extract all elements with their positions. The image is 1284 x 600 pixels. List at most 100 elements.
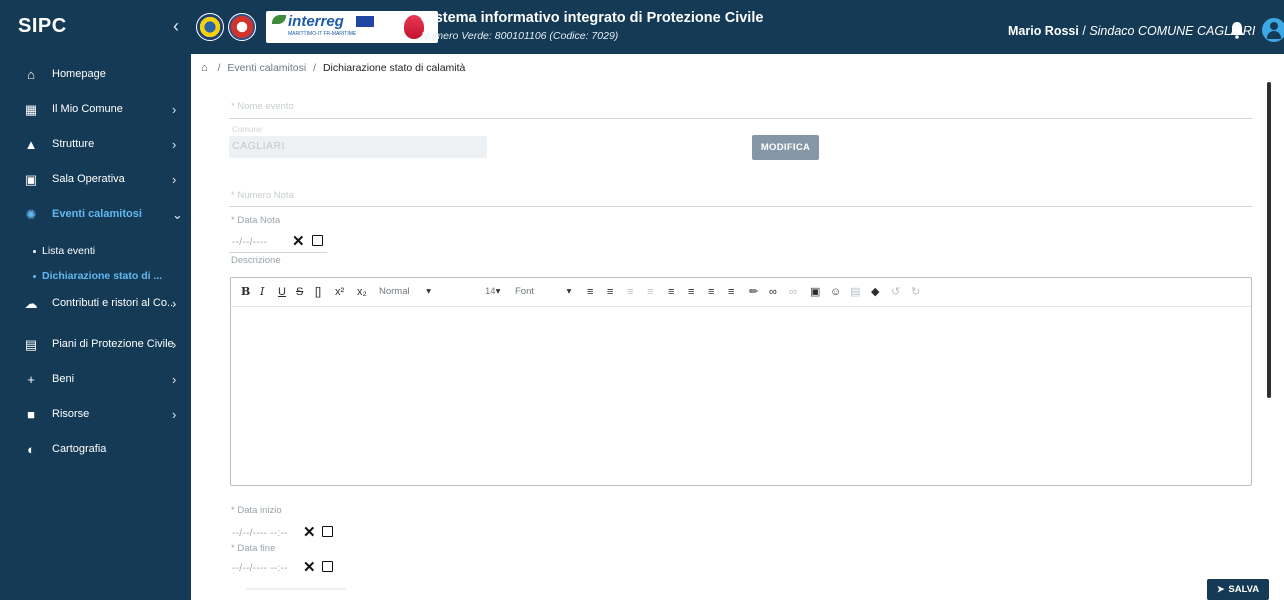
subscript-button[interactable]: x₂ <box>357 285 367 299</box>
font-select[interactable]: Font ▾ <box>515 285 571 299</box>
interreg-program-text: MARITTIMO-IT FR-MARITIME <box>288 31 357 37</box>
user-separator: / <box>1082 24 1086 38</box>
chevron-right-icon: › <box>172 372 177 387</box>
bold-button[interactable]: B <box>241 285 250 299</box>
strikethrough-button[interactable]: S <box>296 285 303 299</box>
data-nota-input[interactable]: --/--/---- <box>232 237 267 248</box>
editor-content-area[interactable] <box>231 308 1251 485</box>
sidebar-subitem-lista-eventi[interactable]: Lista eventi <box>0 241 191 263</box>
user-info[interactable]: Mario Rossi / Sindaco COMUNE CAGLIARI <box>1008 24 1255 38</box>
sidebar-item-beni[interactable]: + Beni › <box>0 365 191 395</box>
outdent-icon[interactable]: ≡ <box>627 285 633 299</box>
sidebar-item-label: Strutture <box>52 138 95 150</box>
format-select-value: Normal <box>379 286 410 297</box>
modifica-button[interactable]: MODIFICA <box>752 135 819 160</box>
format-select[interactable]: Normal ▾ <box>379 285 431 299</box>
regione-sardegna-logo <box>228 13 256 41</box>
sidebar-collapse-chevron-left-icon[interactable]: ‹ <box>173 16 179 37</box>
bullet-list-icon[interactable]: ≡ <box>587 285 593 299</box>
breadcrumb-separator: / <box>313 62 317 74</box>
undo-icon[interactable]: ↺ <box>891 285 900 299</box>
chevron-right-icon: › <box>172 102 177 117</box>
sidebar-item-cartografia[interactable]: ◐ Cartografia <box>0 435 191 465</box>
chevron-down-icon: ▾ <box>495 286 501 297</box>
system-subtitle: Numero Verde: 800101106 (Codice: 7029) <box>421 30 619 42</box>
chevron-right-icon: › <box>172 407 177 422</box>
sidebar-item-label: Piani di Protezione Civile <box>52 338 174 350</box>
text-color-icon[interactable]: ✏ <box>749 285 758 299</box>
interreg-wordmark: interreg <box>288 13 344 30</box>
buildings-icon: ▦ <box>24 102 38 117</box>
chevron-down-icon: ⌄ <box>172 207 183 222</box>
data-nota-checkbox[interactable] <box>312 235 323 246</box>
operations-room-icon: ▣ <box>24 172 38 187</box>
breadcrumb-separator: / <box>217 62 221 74</box>
structures-icon: ▲ <box>24 137 38 152</box>
eraser-icon[interactable]: ◆ <box>871 285 879 299</box>
align-right-icon[interactable]: ≡ <box>708 285 714 299</box>
user-avatar-icon[interactable] <box>1262 18 1284 42</box>
sidebar-item-label: Il Mio Comune <box>52 103 123 115</box>
sidebar-item-risorse[interactable]: ■ Risorse › <box>0 400 191 430</box>
image-icon[interactable]: ▣ <box>810 285 820 299</box>
descrizione-label: Descrizione <box>231 255 281 266</box>
sidebar-item-contributi[interactable]: ☁ Contributi e ristori al Co... › <box>0 289 191 319</box>
sidebar-subitem-label: Dichiarazione stato di ... <box>42 270 163 282</box>
underline-button[interactable]: U <box>278 285 286 299</box>
table-icon[interactable]: ▤ <box>850 285 860 299</box>
user-name: Mario Rossi <box>1008 24 1079 38</box>
sidebar-item-piani-protezione-civile[interactable]: ▤ Piani di Protezione Civile › <box>0 330 191 360</box>
data-inizio-checkbox[interactable] <box>322 526 333 537</box>
app-brand[interactable]: SIPC <box>18 15 67 38</box>
numero-nota-input[interactable] <box>229 206 1252 207</box>
numbered-list-icon[interactable]: ≡ <box>607 285 613 299</box>
data-inizio-input[interactable]: --/--/---- --:-- <box>232 528 288 539</box>
unlink-icon[interactable]: ∞ <box>789 285 797 299</box>
assets-plus-icon: + <box>27 372 35 387</box>
align-center-icon[interactable]: ≡ <box>688 285 694 299</box>
bullet-icon <box>33 250 36 253</box>
data-inizio-clear-icon[interactable]: ✕ <box>303 525 316 540</box>
salva-button[interactable]: ➤ SALVA <box>1207 579 1269 600</box>
data-fine-checkbox[interactable] <box>322 561 333 572</box>
data-fine-clear-icon[interactable]: ✕ <box>303 560 316 575</box>
nome-evento-label: * Nome evento <box>231 101 294 112</box>
sidebar-item-eventi-calamitosi[interactable]: ✺ Eventi calamitosi ⌄ <box>0 200 191 230</box>
data-fine-input[interactable]: --/--/---- --:-- <box>232 563 288 574</box>
font-select-value: Font <box>515 286 535 297</box>
sidebar-item-strutture[interactable]: ▲ Strutture › <box>0 130 191 160</box>
chevron-right-icon: › <box>172 172 177 187</box>
sidebar-subitem-dichiarazione[interactable]: Dichiarazione stato di ... <box>0 266 191 288</box>
page-scrollbar[interactable] <box>1267 82 1271 398</box>
sidebar-item-il-mio-comune[interactable]: ▦ Il Mio Comune › <box>0 95 191 125</box>
chevron-down-icon: ▾ <box>566 286 572 297</box>
home-icon: ⌂ <box>27 67 35 82</box>
sidebar-item-label: Eventi calamitosi <box>52 208 142 220</box>
sidebar-item-sala-operativa[interactable]: ▣ Sala Operativa › <box>0 165 191 195</box>
chevron-right-icon: › <box>172 296 177 311</box>
indent-icon[interactable]: ≡ <box>647 285 653 299</box>
code-button[interactable]: [] <box>315 285 321 299</box>
redo-icon[interactable]: ↻ <box>911 285 920 299</box>
align-justify-icon[interactable]: ≡ <box>728 285 734 299</box>
nome-evento-input[interactable] <box>229 118 1252 119</box>
breadcrumb: ⌂ / Eventi calamitosi / Dichiarazione st… <box>201 62 465 74</box>
interreg-leaf-icon <box>272 15 286 24</box>
size-select[interactable]: 14▾ <box>485 285 500 299</box>
emoji-icon[interactable]: ☺ <box>830 285 841 299</box>
data-fine-label: * Data fine <box>231 543 276 554</box>
breadcrumb-link-eventi-calamitosi[interactable]: Eventi calamitosi <box>227 62 306 74</box>
superscript-button[interactable]: x² <box>335 285 344 299</box>
sidebar-item-label: Homepage <box>52 68 106 80</box>
sidebar-item-homepage[interactable]: ⌂ Homepage <box>0 60 191 90</box>
bell-icon[interactable] <box>1229 21 1245 39</box>
truck-icon: ■ <box>27 407 35 422</box>
home-icon[interactable]: ⌂ <box>201 62 208 74</box>
data-nota-clear-icon[interactable]: ✕ <box>292 234 305 249</box>
editor-toolbar: B I U S [] x² x₂ Normal ▾ 14▾ Font ▾ ≡ ≡… <box>231 278 1251 307</box>
breadcrumb-current: Dichiarazione stato di calamità <box>322 62 466 74</box>
data-nota-underline <box>229 252 327 253</box>
italic-button[interactable]: I <box>260 285 264 299</box>
link-icon[interactable]: ∞ <box>769 285 777 299</box>
align-left-icon[interactable]: ≡ <box>668 285 674 299</box>
